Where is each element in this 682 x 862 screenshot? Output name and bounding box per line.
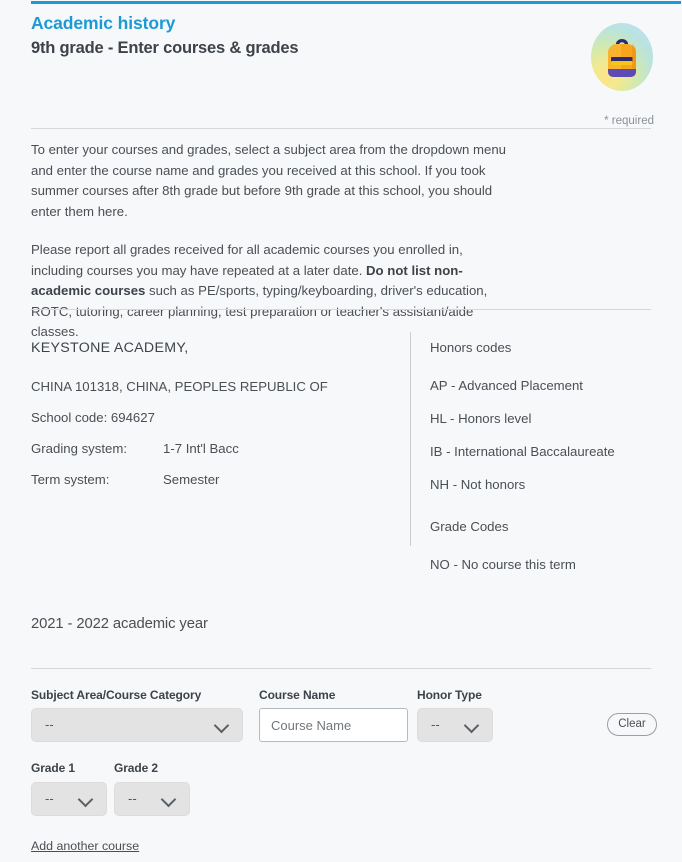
- instructions-paragraph-2: Please report all grades received for al…: [31, 240, 511, 343]
- subject-area-value: --: [45, 717, 54, 732]
- add-another-course-link[interactable]: Add another course: [31, 839, 139, 853]
- divider-top: [31, 128, 651, 129]
- school-location: CHINA 101318, CHINA, PEOPLES REPUBLIC OF: [31, 379, 328, 394]
- academic-year-heading: 2021 - 2022 academic year: [31, 616, 208, 632]
- divider-school: [31, 309, 651, 310]
- grading-system-label: Grading system:: [31, 441, 128, 456]
- instructions-paragraph-1: To enter your courses and grades, select…: [31, 142, 507, 219]
- school-info-block: KEYSTONE ACADEMY, CHINA 101318, CHINA, P…: [31, 340, 391, 503]
- chevron-down-icon: [464, 717, 480, 733]
- divider-form: [31, 668, 651, 669]
- chevron-down-icon: [161, 791, 177, 807]
- grading-system-row: Grading system: 1-7 Int'l Bacc: [31, 441, 391, 457]
- header-titles: Academic history 9th grade - Enter cours…: [31, 12, 299, 60]
- vertical-divider: [410, 332, 411, 546]
- grade-2-label: Grade 2: [114, 761, 158, 775]
- school-name: KEYSTONE ACADEMY,: [31, 340, 189, 356]
- academic-history-page: Academic history 9th grade - Enter cours…: [0, 0, 682, 862]
- page-header: Academic history 9th grade - Enter cours…: [0, 8, 682, 127]
- grade-1-label: Grade 1: [31, 761, 75, 775]
- grading-system-value: 1-7 Int'l Bacc: [163, 441, 239, 456]
- backpack-icon: [591, 23, 653, 91]
- grade-1-select[interactable]: --: [31, 782, 107, 816]
- term-system-label: Term system:: [31, 472, 110, 487]
- required-note: * required: [604, 115, 654, 127]
- course-name-label: Course Name: [259, 688, 336, 702]
- subject-area-label: Subject Area/Course Category: [31, 688, 202, 702]
- term-system-row: Term system: Semester: [31, 472, 391, 488]
- honors-code-item: AP - Advanced Placement: [430, 378, 583, 393]
- grade-2-select[interactable]: --: [114, 782, 190, 816]
- chevron-down-icon: [78, 791, 94, 807]
- course-name-input[interactable]: [259, 708, 408, 742]
- honor-type-select[interactable]: --: [417, 708, 493, 742]
- top-accent-bar: [31, 1, 681, 4]
- school-code: School code: 694627: [31, 410, 155, 425]
- page-title: Academic history: [31, 13, 176, 33]
- clear-button[interactable]: Clear: [607, 713, 657, 736]
- honors-code-item: NH - Not honors: [430, 477, 526, 492]
- grade-1-value: --: [45, 791, 54, 806]
- grade-code-item: NO - No course this term: [430, 557, 576, 572]
- grade-2-value: --: [128, 791, 137, 806]
- subject-area-select[interactable]: --: [31, 708, 243, 742]
- honors-code-item: HL - Honors level: [430, 411, 532, 426]
- codes-block: Honors codes AP - Advanced Placement HL …: [430, 340, 670, 590]
- honor-type-label: Honor Type: [417, 688, 482, 702]
- page-subtitle: 9th grade - Enter courses & grades: [31, 39, 299, 57]
- grade-codes-heading: Grade Codes: [430, 519, 509, 534]
- instructions-block: To enter your courses and grades, select…: [31, 140, 511, 343]
- honor-type-value: --: [431, 717, 440, 732]
- honors-codes-heading: Honors codes: [430, 340, 512, 355]
- codes-spacer: [430, 510, 670, 519]
- chevron-down-icon: [214, 717, 230, 733]
- term-system-value: Semester: [163, 472, 220, 487]
- honors-code-item: IB - International Baccalaureate: [430, 444, 615, 459]
